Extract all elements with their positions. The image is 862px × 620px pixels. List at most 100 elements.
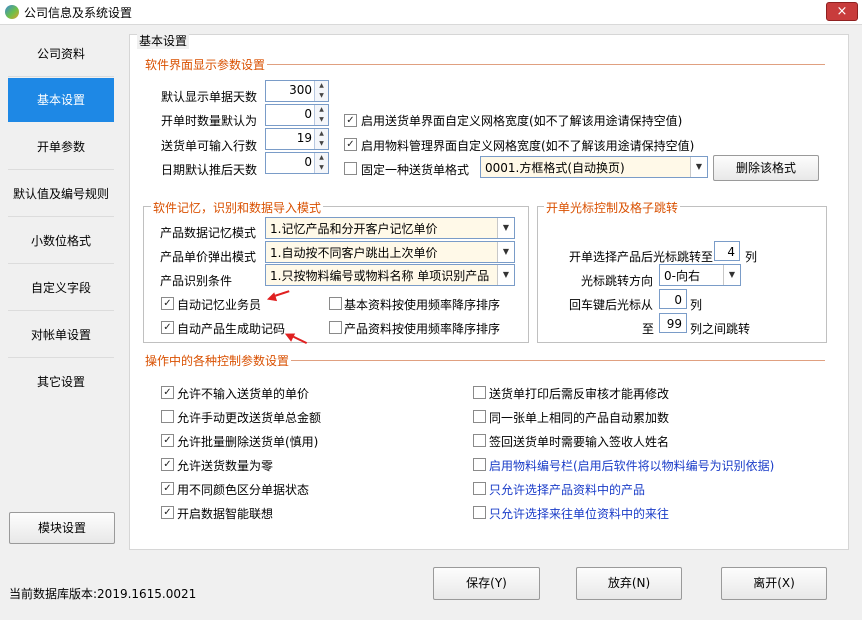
panel-title: 基本设置 bbox=[137, 32, 190, 49]
app-logo-icon bbox=[5, 5, 19, 19]
default-days-spinner[interactable]: 300 ▲ ▼ bbox=[265, 80, 329, 102]
product-recognition-select[interactable]: 1.只按物料编号或物料名称 单项识别产品 ▼ bbox=[265, 264, 515, 286]
spin-up-icon[interactable]: ▲ bbox=[315, 81, 328, 91]
price-popup-value: 1.自动按不同客户跳出上次单价 bbox=[270, 246, 438, 260]
reaudit-after-print-label: 送货单打印后需反审核才能再修改 bbox=[489, 387, 670, 401]
default-qty-label: 开单时数量默认为 bbox=[161, 114, 258, 128]
delivery-format-select[interactable]: 0001.方框格式(自动换页) ▼ bbox=[480, 156, 708, 178]
sidebar-item-other-settings[interactable]: 其它设置 bbox=[8, 360, 114, 404]
cursor-group-legend: 开单光标控制及格子跳转 bbox=[544, 199, 681, 216]
product-sort-checkbox[interactable] bbox=[329, 321, 342, 334]
sidebar-item-basic-settings[interactable]: 基本设置 bbox=[8, 78, 114, 122]
jump-to-label: 开单选择产品后光标跳转至 bbox=[569, 250, 714, 264]
remember-salesperson-label: 自动记忆业务员 bbox=[177, 298, 262, 312]
memory-group-legend: 软件记忆，识别和数据导入模式 bbox=[151, 199, 324, 216]
to-label: 至 bbox=[642, 322, 655, 336]
sidebar-item-statement-settings[interactable]: 对帐单设置 bbox=[8, 313, 114, 358]
auto-accumulate-label: 同一张单上相同的产品自动累加数 bbox=[489, 411, 670, 425]
only-partner-list-label: 只允许选择来往单位资料中的来往 bbox=[489, 507, 670, 521]
chevron-down-icon[interactable]: ▼ bbox=[690, 157, 707, 177]
product-sort-label: 产品资料按使用频率降序排序 bbox=[344, 322, 501, 336]
product-recognition-label: 产品识别条件 bbox=[160, 274, 233, 288]
spin-up-icon[interactable]: ▲ bbox=[315, 105, 328, 115]
auto-accumulate-checkbox[interactable] bbox=[473, 410, 486, 423]
signer-name-checkbox[interactable] bbox=[473, 434, 486, 447]
delivery-format-value: 0001.方框格式(自动换页) bbox=[485, 161, 625, 175]
spin-down-icon[interactable]: ▼ bbox=[315, 139, 328, 149]
direction-label: 光标跳转方向 bbox=[581, 274, 654, 288]
date-delay-value: 0 bbox=[304, 155, 312, 169]
reaudit-after-print-checkbox[interactable] bbox=[473, 386, 486, 399]
default-qty-value: 0 bbox=[304, 107, 312, 121]
sidebar-item-defaults-numbering[interactable]: 默认值及编号规则 bbox=[8, 172, 114, 217]
jump-to-input[interactable]: 4 bbox=[714, 241, 740, 261]
sidebar-item-custom-fields[interactable]: 自定义字段 bbox=[8, 266, 114, 311]
spin-down-icon[interactable]: ▼ bbox=[315, 163, 328, 173]
fixed-format-checkbox[interactable] bbox=[344, 162, 357, 175]
chevron-down-icon[interactable]: ▼ bbox=[497, 242, 514, 262]
allow-zero-qty-label: 允许送货数量为零 bbox=[177, 459, 274, 473]
title-bar: 公司信息及系统设置 × bbox=[0, 0, 862, 25]
spin-down-icon[interactable]: ▼ bbox=[315, 115, 328, 125]
direction-select[interactable]: 0-向右 ▼ bbox=[659, 264, 741, 286]
grid-width-delivery-label: 启用送货单界面自定义网格宽度(如不了解该用途请保持空值) bbox=[361, 114, 683, 128]
grid-width-delivery-checkbox[interactable]: ✓ bbox=[344, 114, 357, 127]
max-rows-label: 送货单可输入行数 bbox=[161, 139, 258, 153]
direction-value: 0-向右 bbox=[664, 269, 700, 283]
grid-width-material-label: 启用物料管理界面自定义网格宽度(如不了解该用途请保持空值) bbox=[361, 139, 695, 153]
only-product-list-checkbox[interactable] bbox=[473, 482, 486, 495]
enter-from-input[interactable]: 0 bbox=[659, 289, 687, 309]
module-settings-button[interactable]: 模块设置 bbox=[9, 512, 115, 544]
auto-mnemonic-checkbox[interactable]: ✓ bbox=[161, 321, 174, 334]
sidebar-item-billing-params[interactable]: 开单参数 bbox=[8, 125, 114, 170]
date-delay-spinner[interactable]: 0 ▲ ▼ bbox=[265, 152, 329, 174]
allow-no-price-label: 允许不输入送货单的单价 bbox=[177, 387, 310, 401]
delete-format-button[interactable]: 删除该格式 bbox=[713, 155, 819, 181]
price-popup-label: 产品单价弹出模式 bbox=[160, 250, 257, 264]
smart-suggest-checkbox[interactable]: ✓ bbox=[161, 506, 174, 519]
product-recognition-value: 1.只按物料编号或物料名称 单项识别产品 bbox=[270, 269, 490, 283]
chevron-down-icon[interactable]: ▼ bbox=[497, 265, 514, 285]
status-colors-checkbox[interactable]: ✓ bbox=[161, 482, 174, 495]
close-button[interactable]: × bbox=[826, 2, 858, 21]
only-partner-list-checkbox[interactable] bbox=[473, 506, 486, 519]
enable-material-code-checkbox[interactable] bbox=[473, 458, 486, 471]
enter-from-unit: 列 bbox=[690, 298, 703, 312]
fixed-format-label: 固定一种送货单格式 bbox=[361, 163, 470, 177]
to-input[interactable]: 99 bbox=[659, 313, 687, 333]
allow-edit-total-label: 允许手动更改送货单总金额 bbox=[177, 411, 322, 425]
discard-button[interactable]: 放弃(N) bbox=[576, 567, 682, 600]
basic-sort-checkbox[interactable] bbox=[329, 297, 342, 310]
smart-suggest-label: 开启数据智能联想 bbox=[177, 507, 274, 521]
signer-name-label: 签回送货单时需要输入签收人姓名 bbox=[489, 435, 670, 449]
basic-sort-label: 基本资料按使用频率降序排序 bbox=[344, 298, 501, 312]
spin-up-icon[interactable]: ▲ bbox=[315, 129, 328, 139]
sidebar-item-company-info[interactable]: 公司资料 bbox=[8, 32, 114, 77]
chevron-down-icon[interactable]: ▼ bbox=[723, 265, 740, 285]
allow-batch-delete-checkbox[interactable]: ✓ bbox=[161, 434, 174, 447]
allow-no-price-checkbox[interactable]: ✓ bbox=[161, 386, 174, 399]
window-title: 公司信息及系统设置 bbox=[24, 6, 133, 20]
remember-salesperson-checkbox[interactable]: ✓ bbox=[161, 297, 174, 310]
spin-down-icon[interactable]: ▼ bbox=[315, 91, 328, 101]
exit-button[interactable]: 离开(X) bbox=[721, 567, 827, 600]
to-unit: 列之间跳转 bbox=[690, 322, 751, 336]
only-product-list-label: 只允许选择产品资料中的产品 bbox=[489, 483, 646, 497]
price-popup-select[interactable]: 1.自动按不同客户跳出上次单价 ▼ bbox=[265, 241, 515, 263]
auto-mnemonic-label: 自动产品生成助记码 bbox=[177, 322, 286, 336]
grid-width-material-checkbox[interactable]: ✓ bbox=[344, 138, 357, 151]
chevron-down-icon[interactable]: ▼ bbox=[497, 218, 514, 238]
spin-up-icon[interactable]: ▲ bbox=[315, 153, 328, 163]
memory-mode-select[interactable]: 1.记忆产品和分开客户记忆单价 ▼ bbox=[265, 217, 515, 239]
max-rows-spinner[interactable]: 19 ▲ ▼ bbox=[265, 128, 329, 150]
allow-zero-qty-checkbox[interactable]: ✓ bbox=[161, 458, 174, 471]
enable-material-code-label: 启用物料编号栏(启用后软件将以物料编号为识别依据) bbox=[489, 459, 775, 473]
date-delay-label: 日期默认推后天数 bbox=[161, 163, 258, 177]
allow-edit-total-checkbox[interactable] bbox=[161, 410, 174, 423]
sidebar-item-decimal-format[interactable]: 小数位格式 bbox=[8, 219, 114, 264]
db-version-label: 当前数据库版本:2019.1615.0021 bbox=[9, 587, 197, 601]
memory-mode-value: 1.记忆产品和分开客户记忆单价 bbox=[270, 222, 438, 236]
default-qty-spinner[interactable]: 0 ▲ ▼ bbox=[265, 104, 329, 126]
control-section-legend: 操作中的各种控制参数设置 bbox=[143, 352, 292, 369]
save-button[interactable]: 保存(Y) bbox=[433, 567, 540, 600]
